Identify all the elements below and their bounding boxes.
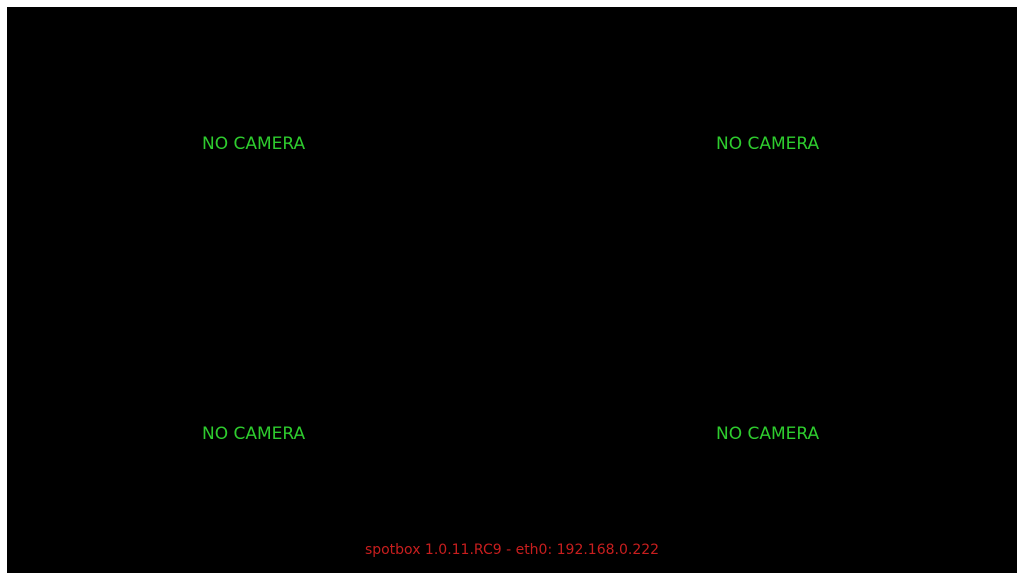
status-text: spotbox 1.0.11.RC9 - eth0: 192.168.0.222 [364,542,660,558]
camera-slot-3-label: NO CAMERA [202,424,306,444]
display-screen: NO CAMERA NO CAMERA NO CAMERA NO CAMERA … [7,7,1017,573]
camera-slot-1-label: NO CAMERA [202,134,306,154]
camera-slot-2-label: NO CAMERA [716,134,820,154]
camera-slot-4-label: NO CAMERA [716,424,820,444]
